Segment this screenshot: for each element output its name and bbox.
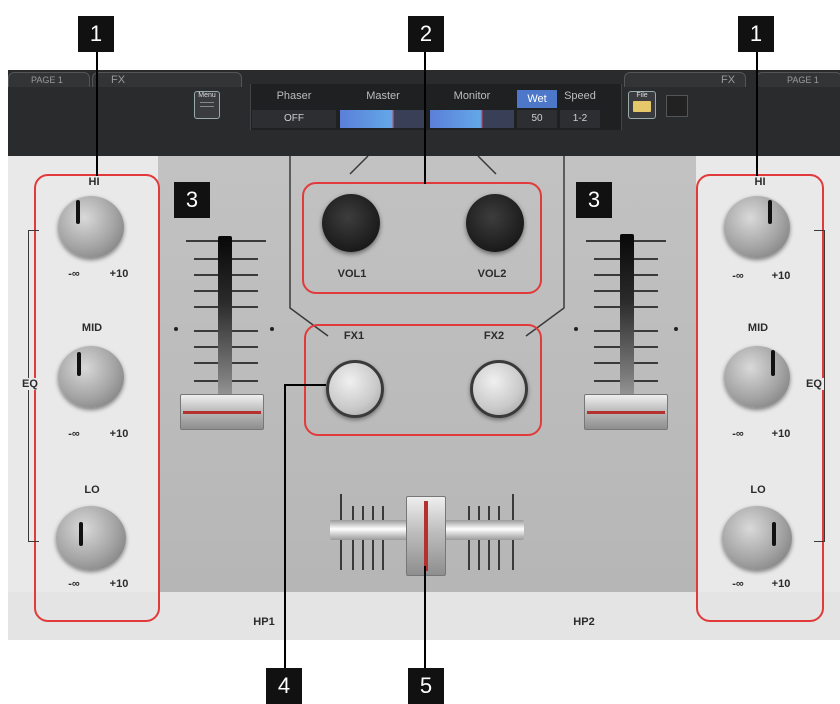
- wet-value[interactable]: 50: [517, 110, 557, 128]
- phaser-value[interactable]: OFF: [252, 110, 336, 128]
- left-eq-label: EQ: [20, 378, 40, 390]
- right-lo-min: -∞: [732, 578, 744, 590]
- callout-5-line: [424, 566, 426, 670]
- fx1-knob[interactable]: [326, 360, 384, 418]
- right-eq-label: EQ: [804, 378, 824, 390]
- folder-icon: [633, 101, 651, 112]
- right-lo-label: LO: [750, 484, 766, 496]
- right-hi-max: +10: [771, 270, 791, 282]
- speed-value[interactable]: 1-2: [560, 110, 600, 128]
- wet-label: Wet: [517, 90, 557, 108]
- left-channel-fader-track[interactable]: [218, 236, 232, 400]
- callout-1-left: 1: [78, 16, 114, 52]
- callout-2-line: [424, 52, 426, 184]
- page-right-label: PAGE 1: [787, 75, 819, 85]
- right-mid-knob[interactable]: [724, 346, 790, 408]
- left-lo-max: +10: [109, 578, 129, 590]
- left-lo-label: LO: [84, 484, 100, 496]
- callout-3-left: 3: [174, 182, 210, 218]
- vol2-label: VOL2: [477, 268, 507, 280]
- left-hi-indicator: [75, 200, 80, 224]
- fx-right-label: FX: [721, 74, 736, 86]
- tab-fx-left[interactable]: FX: [92, 72, 242, 87]
- callout-5: 5: [408, 668, 444, 704]
- tab-page-right[interactable]: PAGE 1: [756, 72, 840, 87]
- right-lo-indicator: [771, 522, 776, 546]
- file-button[interactable]: File: [628, 91, 656, 119]
- callout-4-line-v: [284, 384, 286, 668]
- fx2-label: FX2: [483, 330, 505, 342]
- right-mid-indicator: [770, 350, 775, 376]
- hp1-label: HP1: [253, 616, 275, 628]
- callout-3-right: 3: [576, 182, 612, 218]
- master-label: Master: [366, 90, 400, 102]
- left-lo-min: -∞: [68, 578, 80, 590]
- left-fader-dot-left: [174, 327, 178, 331]
- right-lo-knob[interactable]: [722, 506, 792, 570]
- tab-fx-right[interactable]: FX: [624, 72, 746, 87]
- file-button-label: File: [636, 92, 648, 99]
- right-lo-max: +10: [771, 578, 791, 590]
- left-lo-indicator: [79, 522, 84, 546]
- callout-1-left-line: [96, 52, 98, 176]
- left-lo-knob[interactable]: [56, 506, 126, 570]
- callout-4: 4: [266, 668, 302, 704]
- right-hi-min: -∞: [732, 270, 744, 282]
- left-hi-knob[interactable]: [58, 196, 124, 258]
- vol2-knob[interactable]: [466, 194, 524, 252]
- monitor-label: Monitor: [453, 90, 491, 102]
- monitor-meter[interactable]: [430, 110, 514, 128]
- file-aux-button[interactable]: [666, 95, 688, 117]
- right-fader-dot-right: [674, 327, 678, 331]
- left-mid-max: +10: [109, 428, 129, 440]
- menu-button-label: Menu: [198, 92, 216, 99]
- left-hi-max: +10: [109, 268, 129, 280]
- left-mid-indicator: [77, 352, 82, 376]
- callout-1-right: 1: [738, 16, 774, 52]
- right-mid-min: -∞: [732, 428, 744, 440]
- fx2-knob[interactable]: [470, 360, 528, 418]
- left-mid-min: -∞: [68, 428, 80, 440]
- master-meter[interactable]: [340, 110, 426, 128]
- callout-4-line-h: [284, 384, 326, 386]
- right-channel-fader-track[interactable]: [620, 234, 634, 400]
- speed-label: Speed: [564, 90, 596, 102]
- tab-page-left[interactable]: PAGE 1: [8, 72, 90, 87]
- hp2-label: HP2: [573, 616, 595, 628]
- right-channel-fader-cap[interactable]: [584, 394, 668, 430]
- vol1-label: VOL1: [337, 268, 367, 280]
- crossfader-cap[interactable]: [406, 496, 446, 576]
- phaser-label: Phaser: [276, 90, 312, 102]
- left-hi-min: -∞: [68, 268, 80, 280]
- left-channel-fader-cap[interactable]: [180, 394, 264, 430]
- left-hi-label: HI: [88, 176, 100, 188]
- right-mid-label: MID: [747, 322, 769, 334]
- callout-2: 2: [408, 16, 444, 52]
- left-fader-dot-right: [270, 327, 274, 331]
- vol1-knob[interactable]: [322, 194, 380, 252]
- right-hi-label: HI: [754, 176, 766, 188]
- right-hi-indicator: [768, 200, 773, 224]
- menu-button[interactable]: Menu: [194, 91, 220, 119]
- right-hi-knob[interactable]: [724, 196, 790, 258]
- right-fader-dot-left: [574, 327, 578, 331]
- page-left-label: PAGE 1: [31, 75, 63, 85]
- callout-1-right-line: [756, 52, 758, 176]
- fx-left-label: FX: [111, 74, 126, 86]
- right-mid-max: +10: [771, 428, 791, 440]
- left-mid-knob[interactable]: [58, 346, 124, 408]
- fx1-label: FX1: [343, 330, 365, 342]
- left-mid-label: MID: [81, 322, 103, 334]
